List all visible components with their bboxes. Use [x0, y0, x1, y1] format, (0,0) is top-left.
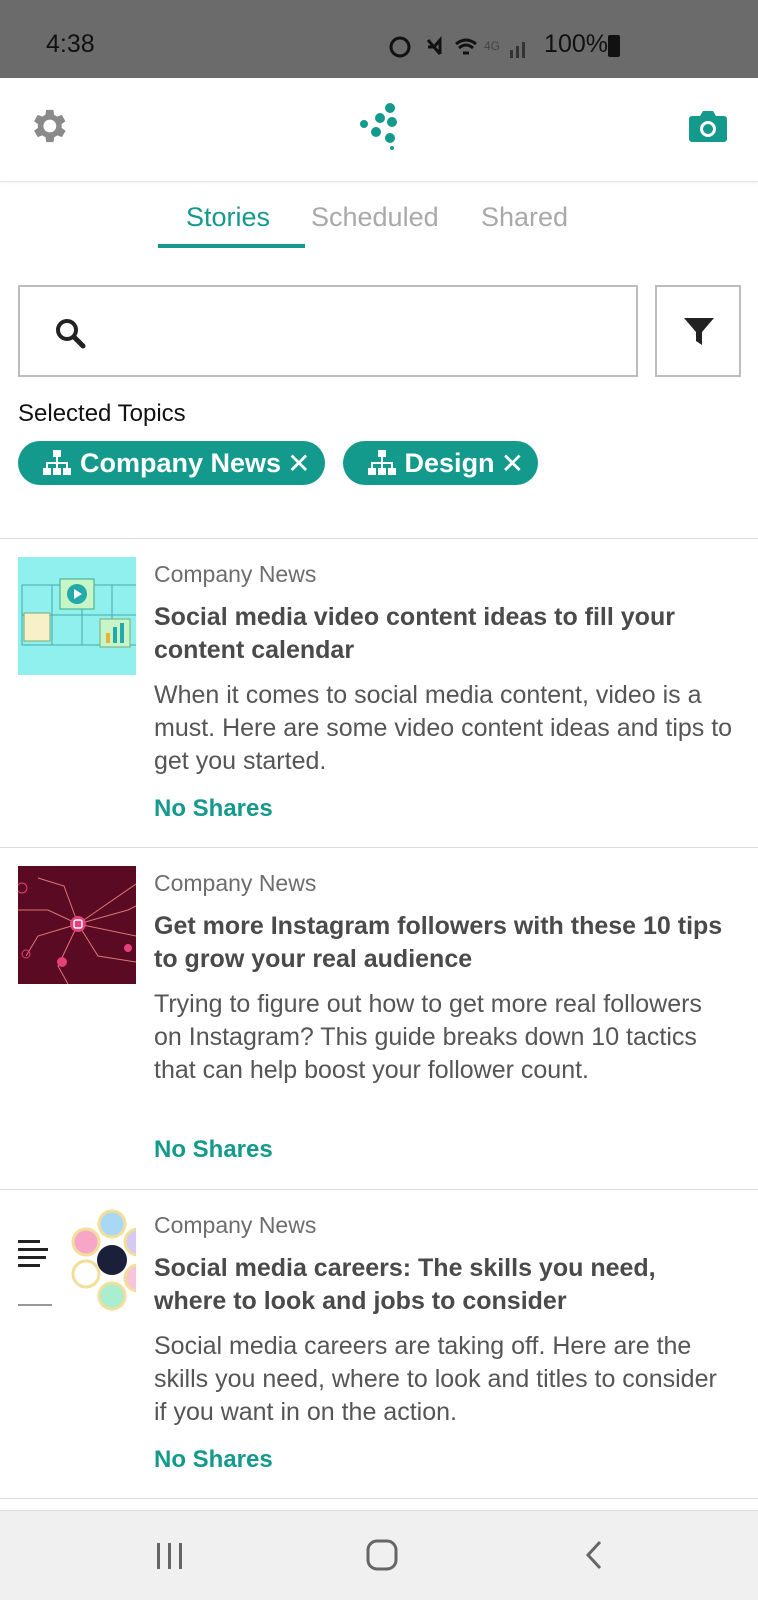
story-list: Company News Social media video content … [0, 538, 758, 1499]
search-icon [56, 319, 86, 349]
story-share-status: No Shares [154, 1446, 273, 1473]
close-icon[interactable]: ✕ [287, 447, 310, 480]
story-category: Company News [154, 870, 317, 896]
camera-icon[interactable] [688, 108, 728, 144]
filter-button[interactable] [655, 285, 741, 377]
search-input[interactable] [100, 307, 620, 357]
battery-percent: 100% [544, 30, 608, 58]
tab-bar: Stories Scheduled Shared [0, 182, 758, 250]
chip-label: Company News [80, 447, 282, 478]
gear-icon[interactable] [26, 104, 70, 148]
story-summary: Social media careers are taking off. Her… [154, 1332, 717, 1426]
tab-stories[interactable]: Stories [186, 202, 270, 233]
hierarchy-icon [43, 450, 71, 475]
story-item[interactable]: Company News Social media careers: The s… [0, 1189, 758, 1499]
back-icon[interactable] [582, 1539, 606, 1571]
wifi-icon [455, 38, 477, 55]
story-category: Company News [154, 561, 317, 587]
story-thumbnail [18, 866, 136, 984]
story-item[interactable]: Company News Social media video content … [0, 538, 758, 847]
active-tab-indicator [158, 244, 305, 248]
system-navigation-bar [0, 1510, 758, 1600]
close-icon[interactable]: ✕ [501, 447, 524, 480]
alarm-icon [389, 36, 411, 58]
app-logo-icon [360, 103, 397, 150]
filter-icon [684, 318, 714, 345]
hierarchy-icon [367, 450, 396, 475]
topic-chip-company-news[interactable]: Company News ✕ [18, 441, 325, 485]
story-thumbnail [18, 557, 136, 675]
status-bar: 4:38 4G 100% [0, 0, 758, 78]
signal-icon [510, 50, 513, 58]
story-title[interactable]: Get more Instagram followers with these … [154, 910, 724, 976]
tab-scheduled[interactable]: Scheduled [311, 202, 439, 233]
topic-chips: Company News ✕ Design ✕ [18, 441, 539, 485]
tab-shared[interactable]: Shared [481, 202, 568, 233]
story-title[interactable]: Social media careers: The skills you nee… [154, 1252, 724, 1318]
app-bar [0, 78, 758, 182]
story-title[interactable]: Social media video content ideas to fill… [154, 601, 724, 667]
story-share-status: No Shares [154, 1136, 273, 1163]
home-icon[interactable] [366, 1539, 398, 1571]
story-category: Company News [154, 1212, 317, 1238]
lte-icon: 4G [484, 39, 500, 53]
story-thumbnail [18, 1208, 136, 1326]
status-time: 4:38 [46, 30, 95, 58]
selected-topics-heading: Selected Topics [18, 400, 186, 427]
story-share-status: No Shares [154, 795, 273, 822]
mute-icon [426, 35, 442, 55]
recents-icon[interactable] [155, 1543, 185, 1569]
topic-chip-design[interactable]: Design ✕ [342, 441, 539, 485]
battery-icon [608, 35, 620, 57]
story-summary: Trying to figure out how to get more rea… [154, 990, 702, 1084]
story-item[interactable]: Company News Get more Instagram follower… [0, 847, 758, 1189]
chip-label: Design [404, 447, 495, 478]
story-summary: When it comes to social media content, v… [154, 681, 733, 775]
search-box[interactable] [18, 285, 638, 377]
